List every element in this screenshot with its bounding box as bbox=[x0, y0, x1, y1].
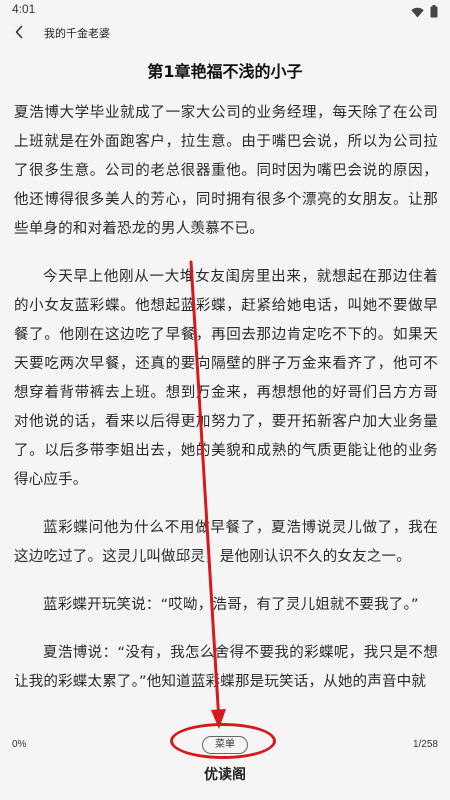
content-paragraph: 今天早上他刚从一大堆女友闺房里出来，就想起在那边住着的小女友蓝彩蝶。他想起蓝彩蝶… bbox=[14, 269, 438, 488]
chapter-content[interactable]: 夏浩博大学毕业就成了一家大公司的业务经理，每天除了在公司上班就是在外面跑客户，拉… bbox=[14, 99, 438, 729]
content-paragraph: 蓝彩蝶开玩笑说：“哎呦，浩哥，有了灵儿姐就不要我了。” bbox=[43, 597, 419, 613]
book-title: 我的千金老婆 bbox=[44, 27, 110, 40]
page-count: 1/258 bbox=[412, 739, 438, 750]
status-time: 4:01 bbox=[12, 2, 36, 16]
reading-progress: 0% bbox=[12, 739, 27, 750]
back-button[interactable] bbox=[6, 21, 32, 45]
status-bar: 4:01 bbox=[0, 0, 450, 20]
chapter-title: 第1章艳福不浅的小子 bbox=[147, 62, 303, 81]
watermark-logo: 优读阁 bbox=[204, 767, 246, 783]
menu-button[interactable]: 菜单 bbox=[202, 736, 248, 754]
reader-footer: 0% 菜单 1/258 bbox=[0, 730, 450, 760]
reader-header: 我的千金老婆 bbox=[0, 20, 450, 46]
content-paragraph: 蓝彩蝶问他为什么不用做早餐了，夏浩博说灵儿做了，我在这边吃过了。这灵儿叫做邱灵，… bbox=[14, 520, 438, 565]
content-paragraph: 夏浩博大学毕业就成了一家大公司的业务经理，每天除了在公司上班就是在外面跑客户，拉… bbox=[14, 105, 438, 237]
chevron-left-icon bbox=[14, 24, 24, 43]
content-paragraph: 夏浩博说：“没有，我怎么舍得不要我的彩蝶呢，我只是不想让我的彩蝶太累了。”他知道… bbox=[14, 645, 438, 690]
